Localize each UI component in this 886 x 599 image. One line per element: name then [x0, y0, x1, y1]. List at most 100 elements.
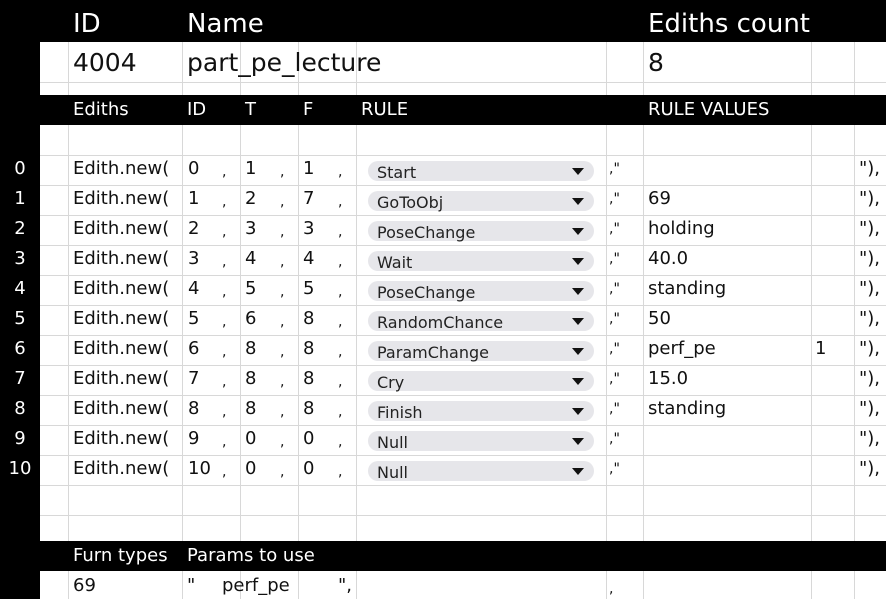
- rule-dropdown-label: GoToObj: [377, 193, 444, 212]
- quote-separator: ,": [609, 191, 620, 207]
- edith-prefix: Edith.new(: [73, 458, 170, 479]
- grid-hline: [40, 82, 886, 83]
- grid-hline: [40, 485, 886, 486]
- rule-dropdown[interactable]: PoseChange: [368, 221, 594, 242]
- rule-dropdown[interactable]: Null: [368, 431, 594, 452]
- rule-dropdown[interactable]: Cry: [368, 371, 594, 392]
- grid-vline: [356, 571, 357, 599]
- name-value[interactable]: part_pe_lecture: [187, 50, 381, 75]
- edith-f[interactable]: 5: [303, 280, 314, 298]
- edith-t[interactable]: 0: [245, 430, 256, 448]
- quote-separator: ,": [609, 431, 620, 447]
- rule-dropdown-label: Finish: [377, 403, 423, 422]
- edith-id[interactable]: 10: [188, 460, 211, 478]
- comma-separator: ,: [222, 314, 227, 330]
- chevron-down-icon: [572, 318, 584, 325]
- comma-separator: ,: [338, 344, 343, 360]
- rule-dropdown-label: Null: [377, 433, 408, 452]
- edith-id[interactable]: 5: [188, 310, 199, 328]
- furn-types-header: Furn types: [73, 545, 168, 566]
- rule-value[interactable]: standing: [648, 280, 726, 298]
- edith-t[interactable]: 0: [245, 460, 256, 478]
- edith-id[interactable]: 8: [188, 400, 199, 418]
- edith-t[interactable]: 6: [245, 310, 256, 328]
- comma-separator: ,: [338, 254, 343, 270]
- edith-id[interactable]: 2: [188, 220, 199, 238]
- edith-prefix: Edith.new(: [73, 218, 170, 239]
- left-rail: [0, 0, 40, 599]
- rule-dropdown[interactable]: PoseChange: [368, 281, 594, 302]
- quote-separator: ,": [609, 221, 620, 237]
- edith-f[interactable]: 0: [303, 460, 314, 478]
- edith-f[interactable]: 8: [303, 340, 314, 358]
- rule-dropdown[interactable]: Start: [368, 161, 594, 182]
- edith-id[interactable]: 3: [188, 250, 199, 268]
- edith-t[interactable]: 3: [245, 220, 256, 238]
- edith-f[interactable]: 1: [303, 160, 314, 178]
- rule-value[interactable]: holding: [648, 220, 715, 238]
- ediths-count-value[interactable]: 8: [648, 50, 664, 75]
- edith-f[interactable]: 8: [303, 400, 314, 418]
- chevron-down-icon: [572, 258, 584, 265]
- row-number: 6: [14, 338, 26, 359]
- edith-prefix: Edith.new(: [73, 278, 170, 299]
- edith-t[interactable]: 1: [245, 160, 256, 178]
- comma-separator: ,: [222, 254, 227, 270]
- furn-type-value[interactable]: 69: [73, 577, 96, 595]
- edith-t[interactable]: 8: [245, 400, 256, 418]
- row-tail: "),: [859, 338, 881, 359]
- comma-separator: ,: [280, 464, 285, 480]
- edith-t[interactable]: 5: [245, 280, 256, 298]
- comma-separator: ,: [280, 194, 285, 210]
- row-number: 4: [14, 278, 26, 299]
- row-number: 0: [14, 158, 26, 179]
- grid-hline: [40, 185, 886, 186]
- edith-id[interactable]: 0: [188, 160, 199, 178]
- rule-value[interactable]: perf_pe: [648, 340, 716, 358]
- edith-t[interactable]: 8: [245, 370, 256, 388]
- edith-prefix: Edith.new(: [73, 428, 170, 449]
- rule-dropdown[interactable]: GoToObj: [368, 191, 594, 212]
- rule-value[interactable]: 15.0: [648, 370, 688, 388]
- id-value[interactable]: 4004: [73, 50, 137, 75]
- param-value[interactable]: perf_pe: [222, 577, 290, 595]
- edith-prefix: Edith.new(: [73, 188, 170, 209]
- rule-extra-value[interactable]: 1: [815, 340, 826, 358]
- edith-f[interactable]: 3: [303, 220, 314, 238]
- edith-id[interactable]: 4: [188, 280, 199, 298]
- chevron-down-icon: [572, 378, 584, 385]
- edith-f[interactable]: 8: [303, 370, 314, 388]
- rule-dropdown[interactable]: ParamChange: [368, 341, 594, 362]
- col-f: F: [303, 99, 314, 120]
- chevron-down-icon: [572, 468, 584, 475]
- edith-id[interactable]: 7: [188, 370, 199, 388]
- edith-t[interactable]: 2: [245, 190, 256, 208]
- rule-dropdown[interactable]: Finish: [368, 401, 594, 422]
- edith-id[interactable]: 9: [188, 430, 199, 448]
- edith-f[interactable]: 0: [303, 430, 314, 448]
- comma-separator: ,: [280, 404, 285, 420]
- edith-f[interactable]: 8: [303, 310, 314, 328]
- rule-dropdown-label: ParamChange: [377, 343, 489, 362]
- edith-id[interactable]: 1: [188, 190, 199, 208]
- grid-hline: [40, 395, 886, 396]
- rule-dropdown[interactable]: Wait: [368, 251, 594, 272]
- edith-id[interactable]: 6: [188, 340, 199, 358]
- comma-separator: ,: [280, 434, 285, 450]
- comma-separator: ,: [280, 164, 285, 180]
- comma-separator: ,: [338, 314, 343, 330]
- rule-value[interactable]: standing: [648, 400, 726, 418]
- row-number: 10: [8, 458, 32, 479]
- grid-vline: [811, 42, 812, 95]
- rule-value[interactable]: 69: [648, 190, 671, 208]
- edith-f[interactable]: 7: [303, 190, 314, 208]
- quote-separator: ,": [609, 341, 620, 357]
- rule-value[interactable]: 40.0: [648, 250, 688, 268]
- rule-value[interactable]: 50: [648, 310, 671, 328]
- edith-t[interactable]: 4: [245, 250, 256, 268]
- edith-f[interactable]: 4: [303, 250, 314, 268]
- rule-dropdown[interactable]: RandomChance: [368, 311, 594, 332]
- comma-separator: ,: [338, 164, 343, 180]
- rule-dropdown[interactable]: Null: [368, 461, 594, 482]
- edith-t[interactable]: 8: [245, 340, 256, 358]
